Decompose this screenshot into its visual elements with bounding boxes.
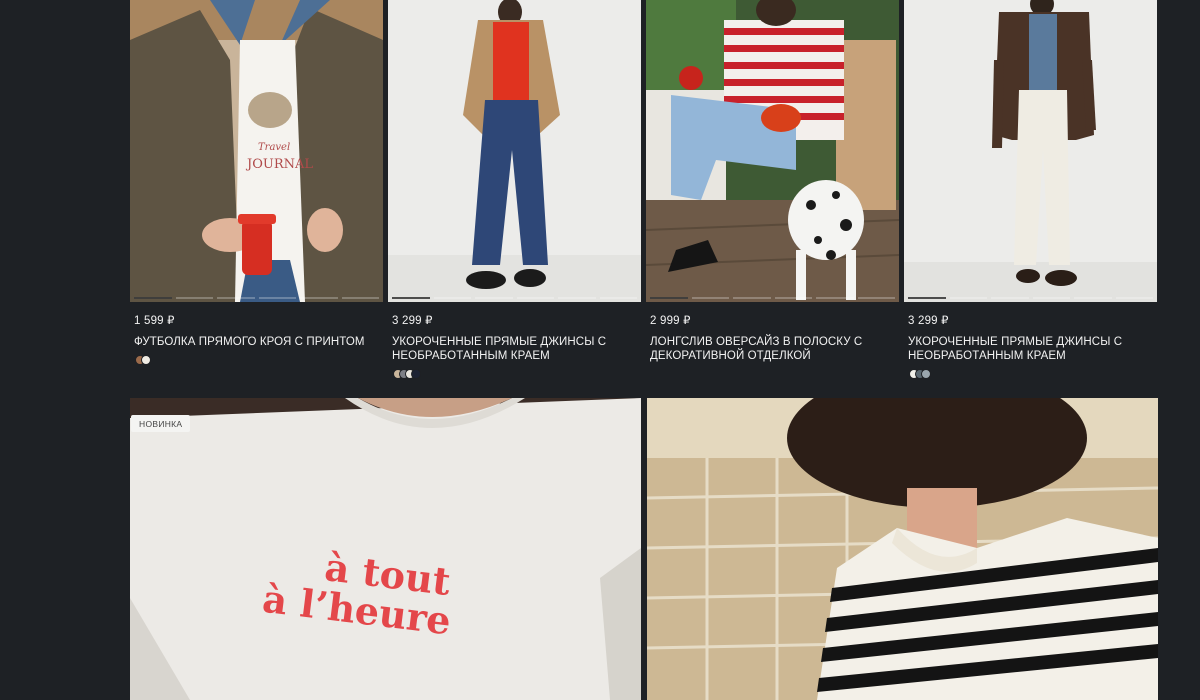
svg-text:JOURNAL: JOURNAL: [245, 157, 313, 172]
product-photo[interactable]: [646, 0, 899, 302]
product-name[interactable]: УКОРОЧЕННЫЕ ПРЯМЫЕ ДЖИНСЫ С НЕОБРАБОТАНН…: [392, 335, 635, 363]
product-price: 3 299 ₽: [908, 315, 949, 327]
product-price: 1 599 ₽: [134, 315, 175, 327]
product-card[interactable]: 3 299 ₽ УКОРОЧЕННЫЕ ПРЯМЫЕ ДЖИНСЫ С НЕОБ…: [388, 0, 641, 379]
product-grid: Travel JOURNAL 1 599 ₽ ФУТБОЛКА ПРЯМОГО …: [130, 0, 1159, 379]
color-swatch[interactable]: [141, 355, 151, 365]
product-photo-image: Travel JOURNAL: [130, 0, 383, 302]
product-name[interactable]: ФУТБОЛКА ПРЯМОГО КРОЯ С ПРИНТОМ: [134, 335, 377, 349]
product-photo[interactable]: Travel JOURNAL: [130, 0, 383, 302]
product-name[interactable]: ЛОНГСЛИВ ОВЕРСАЙЗ В ПОЛОСКУ С ДЕКОРАТИВН…: [650, 335, 893, 363]
color-swatches: [135, 355, 383, 365]
promo-tile-striped[interactable]: [647, 398, 1158, 700]
promo-tile-tee[interactable]: [130, 398, 641, 700]
photo-slider-dots: [646, 297, 899, 299]
product-photo-image: [904, 0, 1157, 302]
product-card[interactable]: 3 299 ₽ УКОРОЧЕННЫЕ ПРЯМЫЕ ДЖИНСЫ С НЕОБ…: [904, 0, 1157, 379]
color-swatch[interactable]: [411, 369, 421, 379]
color-swatch[interactable]: [921, 369, 931, 379]
product-photo-image: [646, 0, 899, 302]
product-card[interactable]: Travel JOURNAL 1 599 ₽ ФУТБОЛКА ПРЯМОГО …: [130, 0, 383, 379]
photo-slider-dots: [904, 297, 1157, 299]
color-swatches: [393, 369, 641, 379]
tee-print-text: Travel: [258, 142, 290, 153]
promo-striped-image: [647, 398, 1158, 700]
product-card[interactable]: 2 999 ₽ ЛОНГСЛИВ ОВЕРСАЙЗ В ПОЛОСКУ С ДЕ…: [646, 0, 899, 379]
product-name[interactable]: УКОРОЧЕННЫЕ ПРЯМЫЕ ДЖИНСЫ С НЕОБРАБОТАНН…: [908, 335, 1151, 363]
promo-tee-image: [130, 398, 641, 700]
product-price: 2 999 ₽: [650, 315, 691, 327]
product-photo[interactable]: [904, 0, 1157, 302]
product-photo-image: [388, 0, 641, 302]
photo-slider-dots: [388, 297, 641, 299]
product-photo[interactable]: [388, 0, 641, 302]
new-badge: НОВИНКА: [131, 415, 191, 432]
color-swatches: [909, 369, 1157, 379]
product-price: 3 299 ₽: [392, 315, 433, 327]
catalog-page: Travel JOURNAL 1 599 ₽ ФУТБОЛКА ПРЯМОГО …: [0, 0, 1200, 700]
photo-slider-dots: [130, 297, 383, 299]
